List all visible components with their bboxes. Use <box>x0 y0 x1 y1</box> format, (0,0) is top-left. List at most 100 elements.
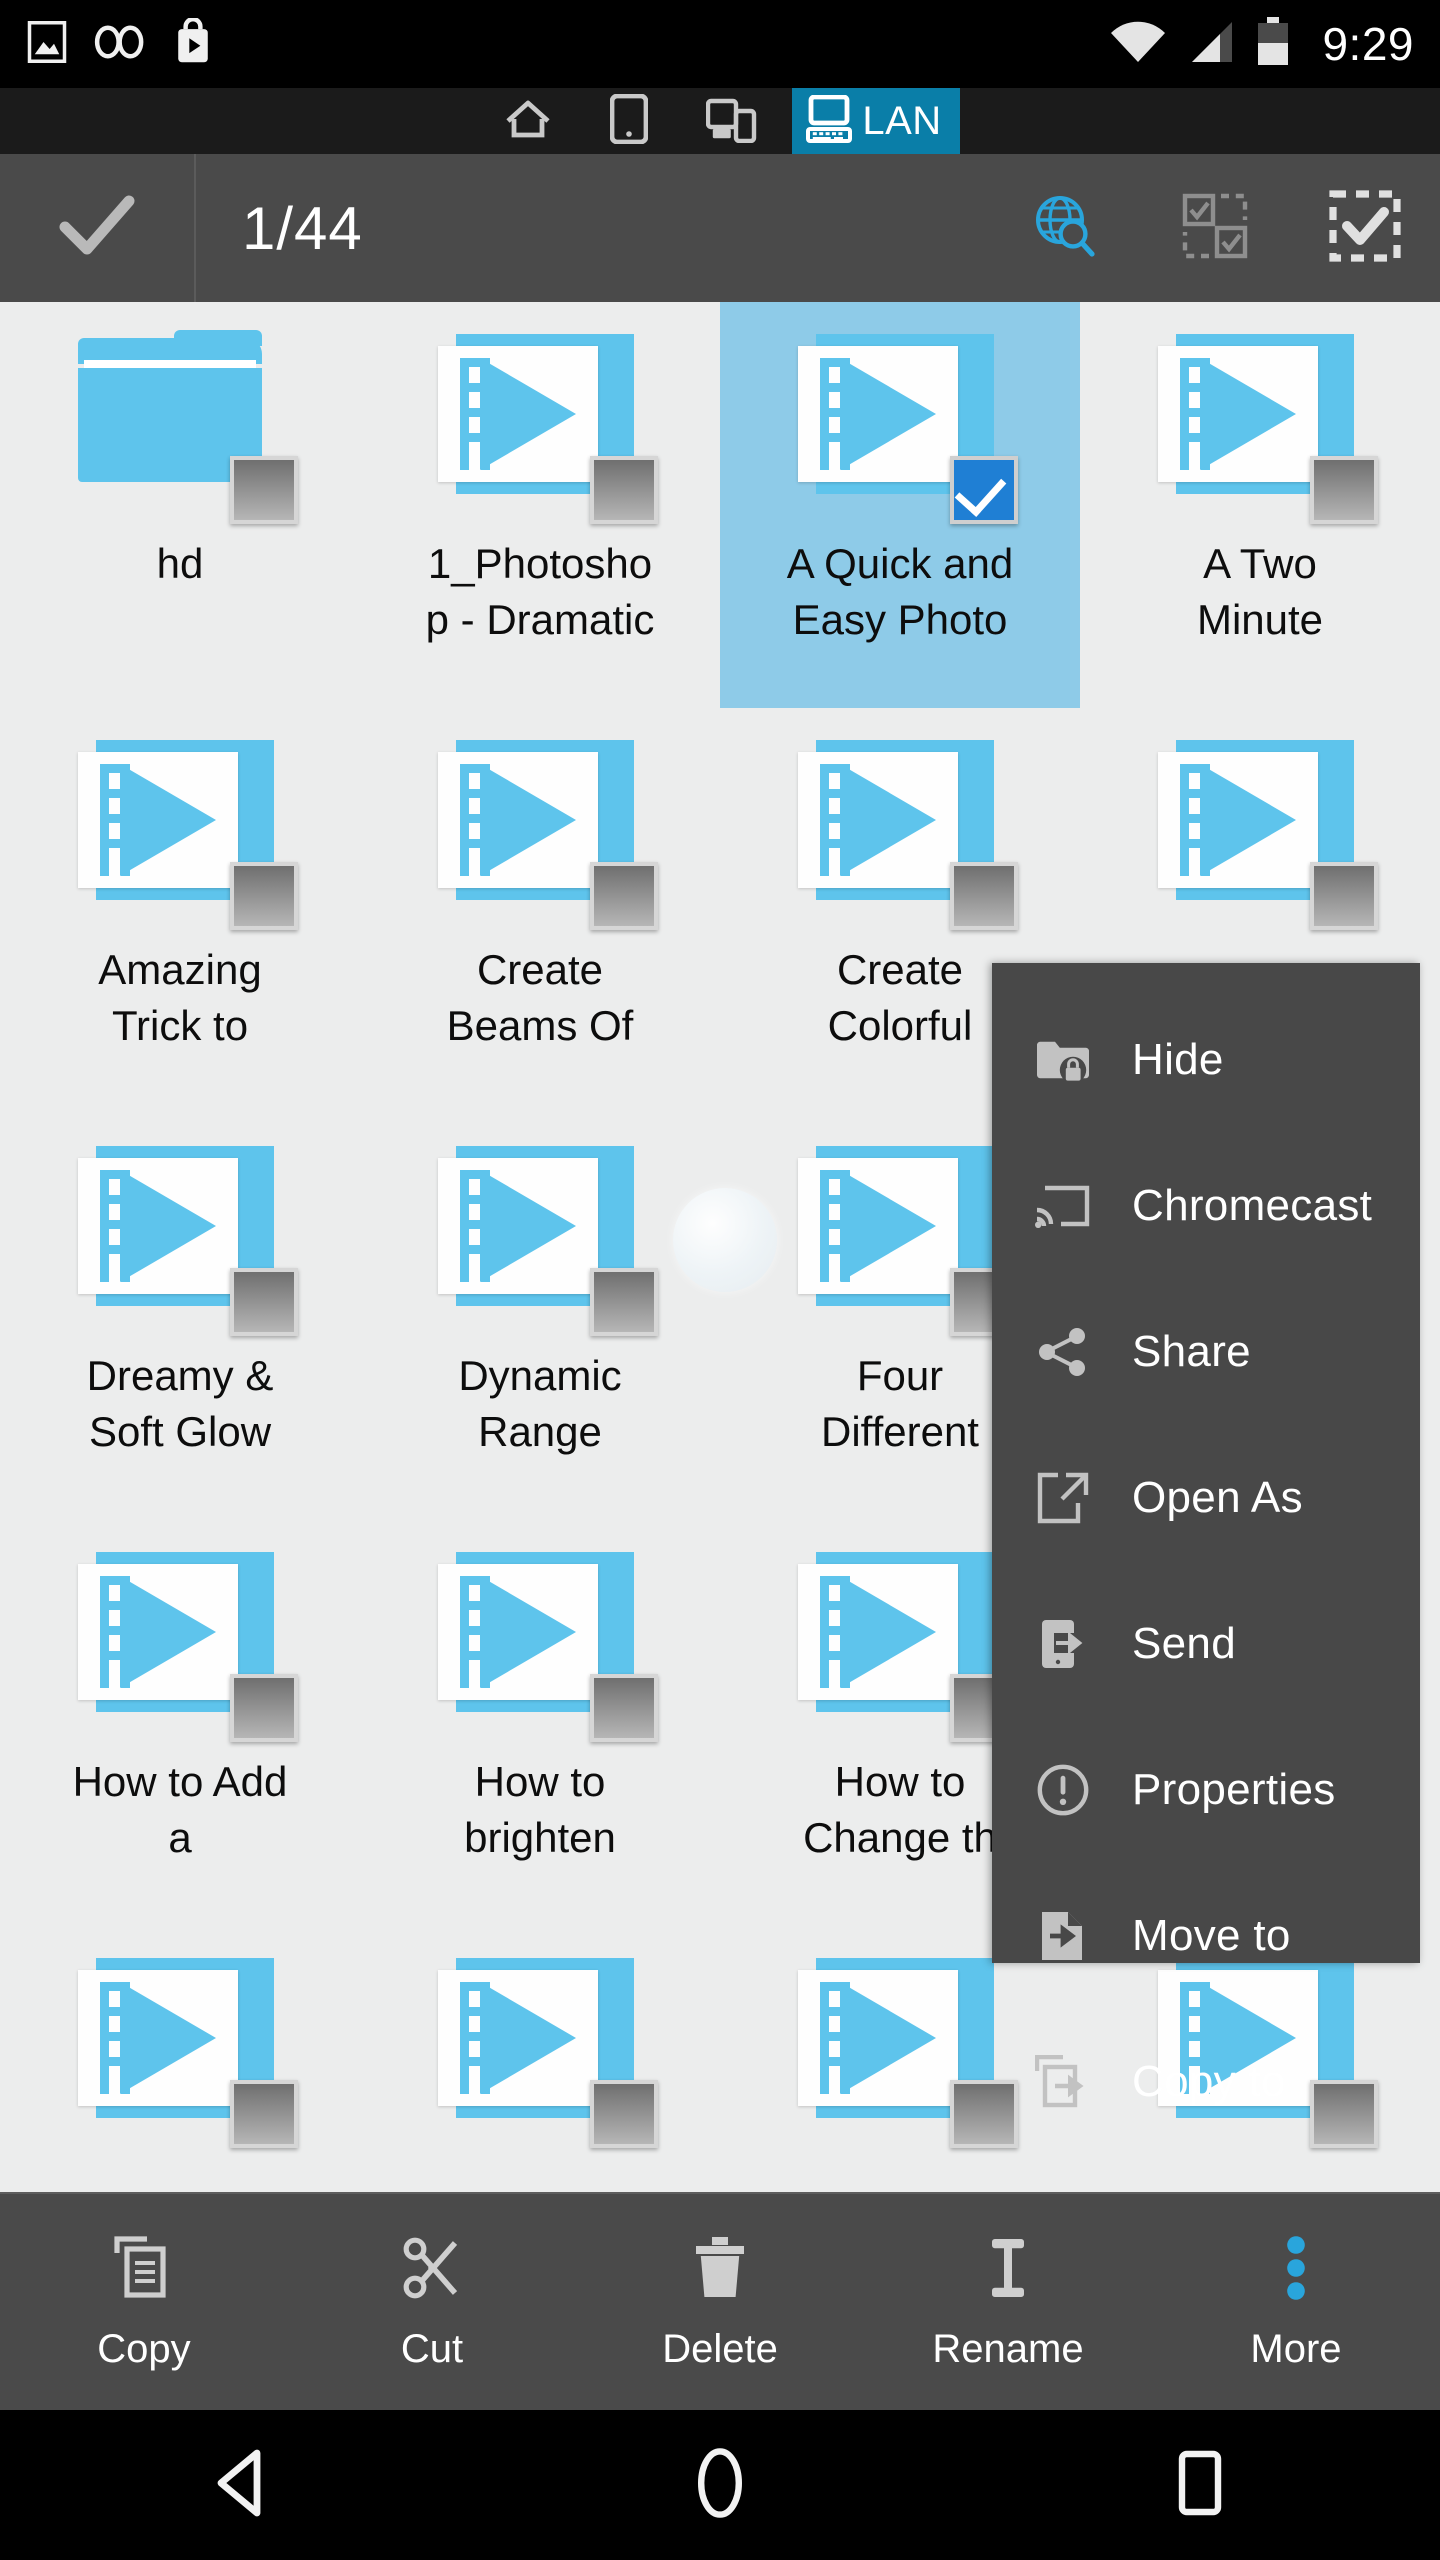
device-icon <box>609 93 649 149</box>
tab-transfer[interactable] <box>682 88 792 154</box>
menu-item-share[interactable]: Share <box>992 1279 1420 1425</box>
grid-item-hd[interactable]: hd <box>0 302 360 708</box>
video-file-icon <box>1150 730 1378 930</box>
video-file-icon <box>430 1542 658 1742</box>
menu-item-label: Properties <box>1132 1765 1336 1814</box>
location-tab-bar: LAN <box>0 88 1440 154</box>
grid-item-label: Dynamic Range <box>458 1352 622 1455</box>
video-file-icon <box>790 324 1018 524</box>
touch-ripple-indicator <box>673 1188 777 1292</box>
send-device-icon <box>1034 1615 1092 1673</box>
video-file-icon <box>430 730 658 930</box>
video-file-icon <box>430 1136 658 1336</box>
recents-button[interactable] <box>960 2410 1440 2560</box>
globe-search-button[interactable] <box>990 154 1140 302</box>
grid-item-label: 1_Photosho p - Dramatic <box>425 540 655 643</box>
grid-item-video[interactable]: Create Beams Of <box>360 708 720 1114</box>
check-icon <box>59 195 135 262</box>
confirm-selection-button[interactable] <box>0 154 196 302</box>
bottom-bar-label: More <box>1250 2326 1342 2371</box>
copy-button[interactable]: Copy <box>0 2193 288 2411</box>
menu-item-label: Hide <box>1132 1035 1224 1084</box>
menu-item-label: Open As <box>1132 1473 1303 1522</box>
grid-item-video[interactable]: Dreamy & Soft Glow <box>0 1114 360 1520</box>
folder-lock-icon <box>1034 1031 1092 1089</box>
menu-item-copy-to[interactable]: Copy to <box>992 2009 1420 2155</box>
cut-button[interactable]: Cut <box>288 2193 576 2411</box>
more-button[interactable]: More <box>1152 2193 1440 2411</box>
invert-selection-button[interactable] <box>1140 154 1290 302</box>
menu-item-label: Chromecast <box>1132 1181 1373 1230</box>
image-icon <box>26 19 68 70</box>
home-icon <box>504 97 552 146</box>
video-file-icon <box>790 1136 1018 1336</box>
status-bar-system-icons: 9:29 <box>1110 16 1414 72</box>
menu-item-hide[interactable]: Hide <box>992 987 1420 1133</box>
tab-home[interactable] <box>480 88 586 154</box>
tab-device[interactable] <box>586 88 682 154</box>
video-file-icon <box>70 1136 298 1336</box>
globe-search-icon <box>1030 191 1100 266</box>
circle-home-icon <box>695 2447 745 2524</box>
thumbnail-badge <box>230 2080 298 2148</box>
grid-item-video[interactable] <box>360 1926 720 2192</box>
transfer-icon <box>706 95 758 148</box>
grid-item-video[interactable] <box>0 1926 360 2192</box>
thumbnail-badge <box>1310 862 1378 930</box>
grid-item-video[interactable]: 1_Photosho p - Dramatic <box>360 302 720 708</box>
grid-item-video[interactable]: Dynamic Range <box>360 1114 720 1520</box>
computer-icon <box>806 94 853 148</box>
thumbnail-badge <box>590 456 658 524</box>
select-all-button[interactable] <box>1290 154 1440 302</box>
grid-item-video[interactable]: How to Add a <box>0 1520 360 1926</box>
signal-icon <box>1188 20 1234 69</box>
thumbnail-badge <box>590 1268 658 1336</box>
triangle-back-icon <box>209 2449 271 2522</box>
tab-lan[interactable]: LAN <box>792 88 960 154</box>
thumbnail-badge <box>590 862 658 930</box>
share-icon <box>1034 1323 1092 1381</box>
video-file-icon <box>790 1542 1018 1742</box>
cast-icon <box>1034 1177 1092 1235</box>
bottom-bar-label: Cut <box>400 2326 464 2371</box>
grid-item-label: Amazing Trick to <box>98 946 262 1049</box>
home-button[interactable] <box>480 2410 960 2560</box>
grid-item-label: Dreamy & Soft Glow <box>86 1352 274 1455</box>
copy-file-icon <box>1034 2053 1092 2111</box>
menu-item-label: Share <box>1132 1327 1251 1376</box>
grid-item-video[interactable]: Amazing Trick to <box>0 708 360 1114</box>
grid-item-video[interactable]: A Two Minute <box>1080 302 1440 708</box>
wifi-icon <box>1110 20 1166 69</box>
video-file-icon <box>790 730 1018 930</box>
grid-item-label: How to Add a <box>72 1758 288 1861</box>
thumbnail-badge <box>230 1268 298 1336</box>
menu-item-open-as[interactable]: Open As <box>992 1425 1420 1571</box>
selected-checkbox-badge[interactable] <box>950 456 1018 524</box>
menu-item-chromecast[interactable]: Chromecast <box>992 1133 1420 1279</box>
square-recents-icon <box>1178 2450 1222 2521</box>
menu-item-properties[interactable]: Properties <box>992 1717 1420 1863</box>
menu-item-move-to[interactable]: Move to <box>992 1863 1420 2009</box>
play-store-icon <box>172 16 214 71</box>
copy-icon <box>109 2233 179 2303</box>
android-navigation-bar <box>0 2410 1440 2560</box>
grid-item-label: hd <box>156 540 204 587</box>
thumbnail-badge <box>230 862 298 930</box>
text-cursor-icon <box>973 2233 1043 2303</box>
battery-icon <box>1256 16 1290 72</box>
grid-row: hd 1_Photosho p - Dramatic A Quick and E… <box>0 302 1440 708</box>
thumbnail-badge <box>950 862 1018 930</box>
back-button[interactable] <box>0 2410 480 2560</box>
delete-button[interactable]: Delete <box>576 2193 864 2411</box>
tab-lan-label: LAN <box>862 98 942 143</box>
info-icon <box>1034 1761 1092 1819</box>
menu-item-send[interactable]: Send <box>992 1571 1420 1717</box>
bottom-bar-label: Copy <box>97 2326 191 2371</box>
select-all-icon <box>1329 189 1401 267</box>
rename-button[interactable]: Rename <box>864 2193 1152 2411</box>
thumbnail-badge <box>590 2080 658 2148</box>
grid-item-video[interactable]: How to brighten <box>360 1520 720 1926</box>
grid-item-video-selected[interactable]: A Quick and Easy Photo <box>720 302 1080 708</box>
bottom-bar-label: Rename <box>932 2326 1084 2371</box>
trash-icon <box>685 2233 755 2303</box>
